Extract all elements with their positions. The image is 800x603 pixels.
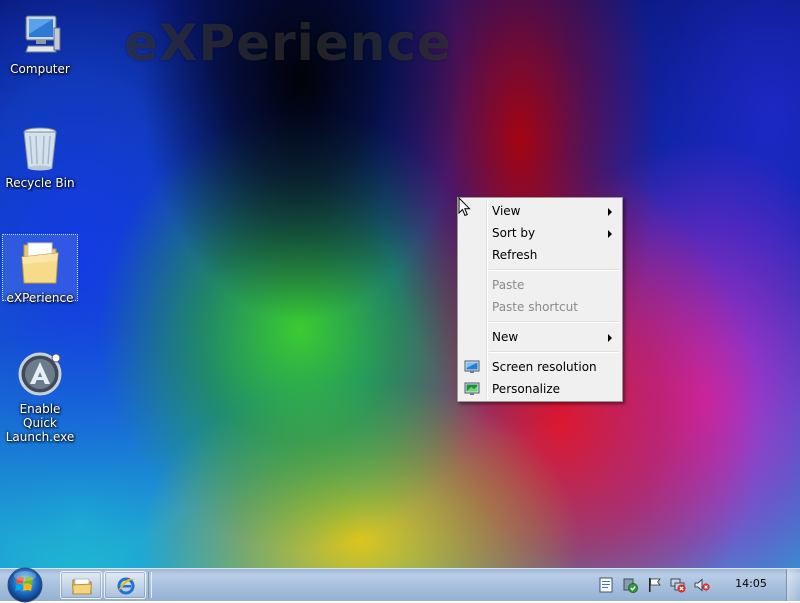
menu-item-paste-shortcut[interactable]: Paste shortcut bbox=[460, 296, 620, 318]
desktop-icon-label: Enable Quick Launch.exe bbox=[5, 402, 75, 444]
menu-item-new[interactable]: New bbox=[460, 326, 620, 348]
submenu-arrow-icon bbox=[608, 230, 612, 238]
quick-launch-app-icon bbox=[18, 352, 62, 396]
notes-icon[interactable] bbox=[598, 577, 614, 593]
desktop-context-menu: View Sort by Refresh Paste Paste shortcu… bbox=[457, 197, 623, 402]
menu-item-refresh[interactable]: Refresh bbox=[460, 244, 620, 266]
menu-separator bbox=[489, 269, 619, 271]
submenu-arrow-icon bbox=[608, 208, 612, 216]
desktop-icon-recycle-bin[interactable]: Recycle Bin bbox=[2, 120, 78, 192]
network-error-icon[interactable] bbox=[670, 577, 686, 593]
desktop-icon-label: eXPerience bbox=[6, 291, 74, 305]
desktop-icon-computer[interactable]: Computer bbox=[2, 6, 78, 78]
screen-resolution-icon bbox=[464, 360, 480, 373]
menu-item-label: Paste shortcut bbox=[492, 300, 578, 314]
desktop[interactable]: eXPerience Computer Recycle Bin eXPerien… bbox=[0, 0, 800, 568]
taskbar-clock[interactable]: 14:05 bbox=[728, 577, 774, 590]
personalize-icon bbox=[464, 382, 480, 395]
folder-icon bbox=[21, 242, 59, 284]
windows-explorer-icon bbox=[72, 578, 92, 595]
menu-item-label: Screen resolution bbox=[492, 360, 597, 374]
taskbar-internet-explorer-button[interactable] bbox=[104, 571, 146, 599]
menu-item-label: Personalize bbox=[492, 382, 561, 396]
internet-explorer-icon bbox=[117, 577, 135, 595]
menu-item-label: New bbox=[492, 330, 519, 344]
volume-muted-icon[interactable] bbox=[694, 577, 710, 593]
menu-item-label: Refresh bbox=[492, 248, 538, 262]
taskbar-divider bbox=[148, 572, 152, 598]
menu-item-paste[interactable]: Paste bbox=[460, 274, 620, 296]
menu-separator bbox=[489, 321, 619, 323]
computer-icon bbox=[25, 15, 61, 53]
wallpaper-logo: eXPerience bbox=[124, 14, 452, 72]
taskbar: 14:05 bbox=[0, 565, 800, 603]
recycle-bin-icon bbox=[23, 127, 57, 171]
desktop-icon-label: Computer bbox=[10, 62, 70, 76]
menu-item-view[interactable]: View bbox=[460, 200, 620, 222]
security-check-icon[interactable] bbox=[622, 577, 638, 593]
show-desktop-button[interactable] bbox=[786, 569, 800, 601]
desktop-icon-enable-quick-launch[interactable]: Enable Quick Launch.exe bbox=[2, 346, 78, 444]
menu-item-label: Sort by bbox=[492, 226, 536, 240]
menu-item-label: Paste bbox=[492, 278, 525, 292]
action-center-flag-icon[interactable] bbox=[646, 577, 662, 593]
mouse-cursor-icon bbox=[458, 197, 471, 217]
windows-orb-icon[interactable] bbox=[4, 565, 46, 603]
desktop-icon-label: Recycle Bin bbox=[5, 176, 75, 190]
menu-item-screen-resolution[interactable]: Screen resolution bbox=[460, 356, 620, 378]
menu-item-sort-by[interactable]: Sort by bbox=[460, 222, 620, 244]
submenu-arrow-icon bbox=[608, 334, 612, 342]
menu-item-label: View bbox=[492, 204, 521, 218]
desktop-icon-experience-folder[interactable]: eXPerience bbox=[2, 234, 78, 305]
menu-separator bbox=[489, 351, 619, 353]
menu-item-personalize[interactable]: Personalize bbox=[460, 378, 620, 400]
taskbar-explorer-button[interactable] bbox=[60, 571, 102, 599]
